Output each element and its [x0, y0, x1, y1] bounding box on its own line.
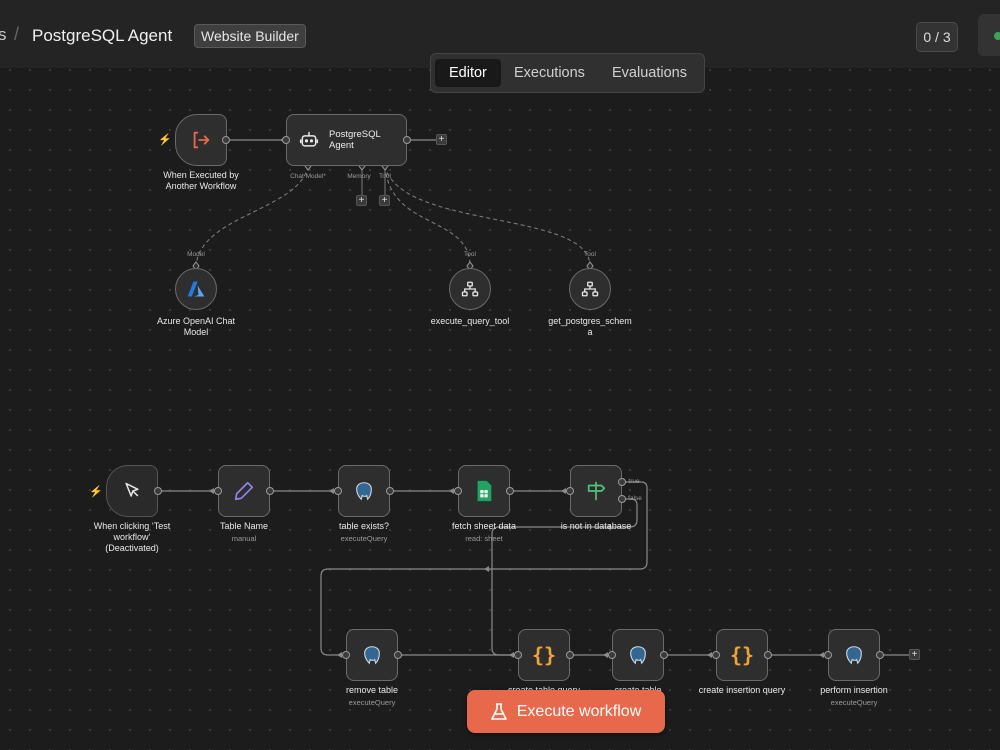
node-label: create insertion query [698, 685, 786, 695]
status-dot [994, 32, 1000, 40]
input-handle[interactable] [214, 487, 222, 495]
execute-workflow-button[interactable]: Execute workflow [467, 690, 665, 733]
node-label: table exists? [338, 521, 390, 531]
node-create-insertion-query[interactable]: {} [716, 629, 768, 681]
output-handle[interactable] [386, 487, 394, 495]
add-node-button[interactable]: + [436, 134, 447, 145]
output-handle[interactable] [566, 651, 574, 659]
agent-name: PostgreSQL Agent [329, 129, 381, 151]
node-get-postgres-schema[interactable] [569, 268, 611, 310]
signpost-icon [587, 481, 606, 501]
flask-icon [490, 702, 507, 720]
node-execute-query-tool[interactable] [449, 268, 491, 310]
node-create-table[interactable] [612, 629, 664, 681]
output-handle[interactable] [403, 136, 411, 144]
cursor-icon [125, 482, 139, 497]
node-label: Azure OpenAI Chat Model [156, 316, 236, 337]
add-memory-button[interactable]: + [356, 195, 367, 206]
tab-executions[interactable]: Executions [500, 59, 599, 87]
counter-badge[interactable]: 0 / 3 [916, 22, 958, 52]
node-table-name[interactable] [218, 465, 270, 517]
node-label: fetch sheet data [451, 521, 517, 531]
node-azure-openai[interactable] [175, 268, 217, 310]
breadcrumb-separator: / [14, 24, 20, 44]
robot-icon [299, 131, 319, 147]
postgres-icon [356, 482, 372, 501]
postgres-icon [630, 646, 646, 665]
postgres-icon [846, 646, 862, 665]
sitemap-icon [581, 281, 599, 297]
node-perform-insertion[interactable] [828, 629, 880, 681]
node-subtitle: executeQuery [830, 698, 878, 707]
view-tabs: Editor Executions Evaluations [430, 53, 705, 93]
port-label-memory: Memory [347, 173, 371, 180]
tab-editor[interactable]: Editor [435, 59, 501, 87]
tag-badge[interactable]: Website Builder [194, 24, 306, 48]
output-handle[interactable] [222, 136, 230, 144]
input-handle[interactable] [342, 651, 350, 659]
port-label-tool: Tool [464, 251, 476, 258]
port-label-tool: Tool [379, 173, 391, 180]
node-create-table-query[interactable]: {} [518, 629, 570, 681]
port-label-chat-model: Chat Model* [290, 173, 326, 180]
output-handle[interactable] [154, 487, 162, 495]
node-label: is not in database [560, 521, 632, 531]
node-label: remove table [345, 685, 399, 695]
input-handle[interactable] [514, 651, 522, 659]
node-manual-trigger[interactable] [106, 465, 158, 517]
input-handle[interactable] [608, 651, 616, 659]
output-handle[interactable] [266, 487, 274, 495]
trigger-bolt-icon: ⚡ [158, 134, 172, 146]
node-subtitle: executeQuery [340, 534, 388, 543]
input-handle[interactable] [566, 487, 574, 495]
input-handle[interactable] [712, 651, 720, 659]
branch-false-label: false [628, 495, 642, 502]
node-label: execute_query_tool [430, 316, 510, 326]
postgres-icon [364, 646, 380, 665]
output-handle[interactable] [506, 487, 514, 495]
port-label-model: Model [187, 251, 205, 258]
node-postgresql-agent[interactable]: PostgreSQL Agent [286, 114, 407, 166]
node-subtitle: executeQuery [348, 698, 396, 707]
output-handle[interactable] [764, 651, 772, 659]
node-label: When Executed by Another Workflow [163, 170, 239, 191]
node-label: get_postgres_schema [548, 316, 632, 337]
trigger-bolt-icon: ⚡ [89, 486, 103, 498]
code-icon: {} [729, 643, 755, 667]
sitemap-icon [461, 281, 479, 297]
tab-evaluations[interactable]: Evaluations [598, 59, 701, 87]
node-when-executed[interactable] [175, 114, 227, 166]
input-handle[interactable] [282, 136, 290, 144]
output-handle[interactable] [394, 651, 402, 659]
output-handle[interactable] [876, 651, 884, 659]
node-subtitle: read: sheet [465, 534, 503, 543]
workflow-title[interactable]: PostgreSQL Agent [32, 26, 172, 46]
false-output-handle[interactable] [618, 495, 626, 503]
node-is-not-in-database[interactable] [570, 465, 622, 517]
true-output-handle[interactable] [618, 478, 626, 486]
node-table-exists[interactable] [338, 465, 390, 517]
sign-in-icon [193, 131, 210, 149]
port-label-tool: Tool [584, 251, 596, 258]
node-fetch-sheet-data[interactable] [458, 465, 510, 517]
node-remove-table[interactable] [346, 629, 398, 681]
input-handle[interactable] [454, 487, 462, 495]
node-label: When clicking ‘Test workflow’ (Deactivat… [93, 521, 171, 553]
execute-workflow-label: Execute workflow [516, 702, 642, 720]
add-node-button[interactable]: + [909, 649, 920, 660]
node-label: Table Name [219, 521, 269, 531]
sheets-icon [477, 480, 492, 502]
input-handle[interactable] [824, 651, 832, 659]
code-icon: {} [531, 643, 557, 667]
breadcrumb-parent[interactable]: s [0, 25, 7, 45]
output-handle[interactable] [660, 651, 668, 659]
pencil-icon [234, 481, 254, 501]
node-subtitle: manual [231, 534, 257, 543]
azure-icon [187, 281, 205, 297]
input-handle[interactable] [334, 487, 342, 495]
node-label: perform insertion [820, 685, 888, 695]
add-tool-button[interactable]: + [379, 195, 390, 206]
branch-true-label: true [628, 478, 640, 485]
